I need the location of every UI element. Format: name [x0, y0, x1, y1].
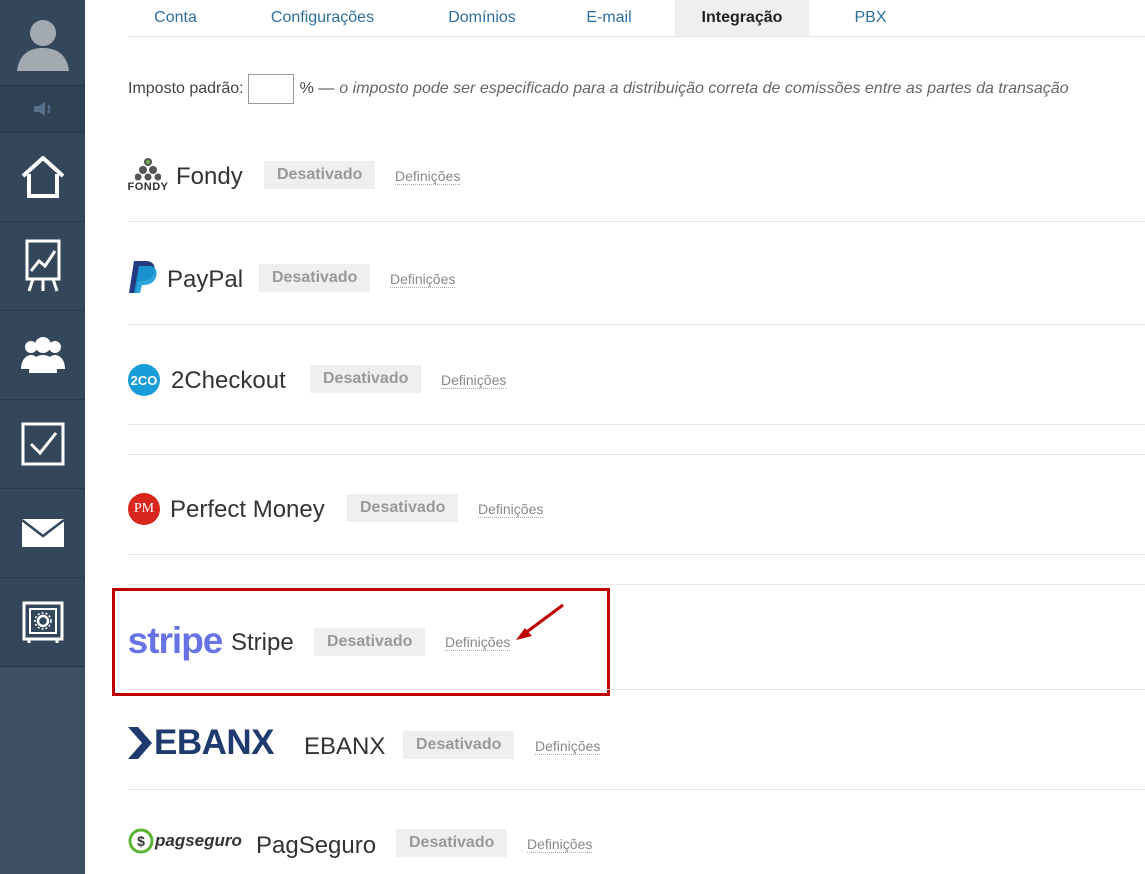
perfect-money-logo-icon: PM — [128, 493, 160, 525]
tab-pbx[interactable]: PBX — [838, 0, 903, 36]
sidebar-item-reports[interactable] — [0, 222, 85, 311]
tax-label: Imposto padrão: — [128, 80, 244, 97]
ebanx-logo-icon: EBANX — [128, 723, 294, 762]
divider — [128, 424, 1145, 425]
sidebar-item-mail[interactable] — [0, 489, 85, 578]
status-badge[interactable]: Desativado — [347, 494, 459, 522]
integration-row-pagseguro: $ pagseguro PagSeguro Desativado Definiç… — [128, 824, 1145, 864]
status-badge[interactable]: Desativado — [310, 365, 422, 393]
sidebar — [0, 0, 85, 874]
divider — [128, 584, 1145, 585]
integration-name: Fondy — [176, 163, 243, 190]
divider — [128, 689, 1145, 690]
2checkout-logo-icon: 2CO — [128, 364, 160, 396]
integration-row-2checkout: 2CO 2Checkout Desativado Definições — [128, 360, 1145, 400]
tax-note: o imposto pode ser especificado para a d… — [339, 80, 1069, 97]
divider — [128, 324, 1145, 325]
integration-name: PayPal — [167, 266, 244, 293]
tab-conta[interactable]: Conta — [128, 0, 223, 36]
settings-link[interactable]: Definições — [535, 738, 601, 755]
user-avatar-icon — [16, 19, 69, 71]
integration-row-perfect-money: PM Perfect Money Desativado Definições — [128, 490, 1145, 530]
integration-row-fondy: FONDY Fondy Desativado Definições — [128, 155, 1145, 200]
integration-name: PagSeguro — [256, 832, 377, 859]
sidebar-item-tasks[interactable] — [0, 400, 85, 489]
integration-row-paypal: PayPal Desativado Definições — [128, 258, 1145, 298]
speaker-icon — [33, 102, 50, 116]
settings-tabs: Conta Configurações Domínios E-mail Inte… — [128, 0, 1145, 37]
divider — [128, 454, 1145, 455]
chart-board-icon — [25, 239, 60, 292]
tax-percent: % — — [299, 80, 335, 97]
pagseguro-logo-icon: $ pagseguro — [128, 826, 246, 856]
integration-name: EBANX — [304, 733, 386, 760]
svg-text:$: $ — [137, 833, 145, 849]
divider — [128, 554, 1145, 555]
paypal-logo-icon — [128, 258, 158, 296]
settings-link[interactable]: Definições — [395, 168, 461, 185]
integration-name: 2Checkout — [171, 367, 286, 394]
settings-link[interactable]: Definições — [390, 271, 456, 288]
home-icon — [21, 156, 64, 198]
status-badge[interactable]: Desativado — [396, 829, 508, 857]
status-badge[interactable]: Desativado — [259, 264, 371, 292]
sidebar-item-home[interactable] — [0, 133, 85, 222]
users-icon — [20, 337, 65, 373]
integration-row-ebanx: EBANX EBANX Desativado Definições — [128, 723, 1145, 764]
fondy-logo-icon: FONDY — [128, 155, 168, 195]
red-arrow-icon — [516, 603, 564, 640]
announcements-button[interactable] — [0, 85, 85, 133]
sidebar-item-settings[interactable] — [0, 578, 85, 667]
integration-name: Perfect Money — [170, 496, 325, 523]
sidebar-item-contacts[interactable] — [0, 311, 85, 400]
divider — [128, 221, 1145, 222]
mail-icon — [20, 519, 65, 547]
sidebar-empty-area — [0, 668, 85, 874]
tab-email[interactable]: E-mail — [568, 0, 650, 36]
tab-dominios[interactable]: Domínios — [428, 0, 536, 36]
settings-link[interactable]: Definições — [527, 836, 593, 853]
checkbox-icon — [21, 422, 64, 466]
tab-integracao[interactable]: Integração — [675, 0, 809, 36]
settings-link[interactable]: Definições — [478, 501, 544, 518]
avatar[interactable] — [0, 0, 85, 85]
safe-icon — [22, 601, 63, 643]
tab-configuracoes[interactable]: Configurações — [255, 0, 390, 36]
divider — [128, 789, 1145, 790]
status-badge[interactable]: Desativado — [403, 731, 515, 759]
default-tax-row: Imposto padrão: % — o imposto pode ser e… — [128, 73, 1069, 105]
tax-input[interactable] — [247, 74, 294, 104]
settings-link[interactable]: Definições — [441, 372, 507, 389]
status-badge[interactable]: Desativado — [264, 161, 376, 189]
